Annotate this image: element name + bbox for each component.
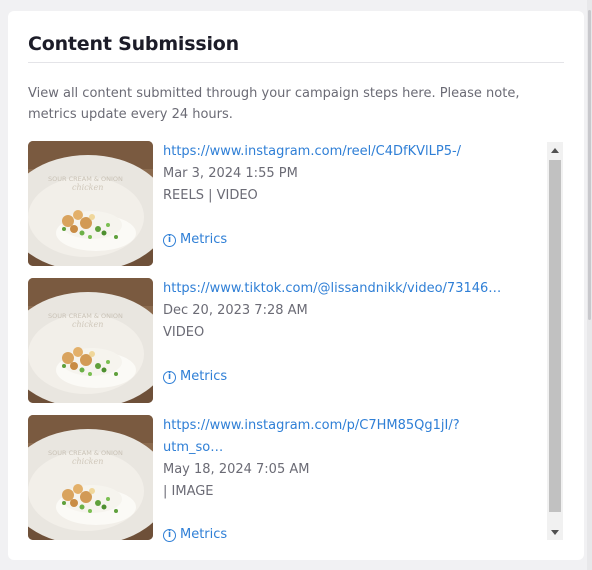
submission-url-link[interactable]: https://www.instagram.com/p/C7HM85Qg1jI/… — [163, 415, 503, 459]
info-circle-icon: i — [163, 528, 176, 542]
submission-date: Dec 20, 2023 7:28 AM — [163, 303, 308, 318]
submission-thumbnail[interactable]: SOUR CREAM & ONION chicken — [28, 141, 153, 266]
page-scrollbar-thumb[interactable] — [588, 10, 591, 320]
scrollbar-thumb[interactable] — [549, 160, 561, 512]
submission-url-link[interactable]: https://www.instagram.com/reel/C4DfKVlLP… — [163, 141, 533, 163]
info-circle-icon: i — [163, 370, 176, 384]
content-submission-card: Content Submission View all content subm… — [8, 11, 584, 560]
submission-type: | IMAGE — [163, 484, 214, 499]
submission-date: Mar 3, 2024 1:55 PM — [163, 166, 298, 181]
title-divider — [28, 62, 564, 63]
submission-thumbnail[interactable]: SOUR CREAM & ONION chicken — [28, 415, 153, 540]
submission-thumbnail[interactable]: SOUR CREAM & ONION chicken — [28, 278, 153, 403]
card-title: Content Submission — [28, 33, 239, 55]
thumbnail-caption: chicken — [72, 457, 103, 466]
metrics-button[interactable]: i Metrics — [163, 525, 227, 545]
thumbnail-caption: chicken — [72, 183, 103, 192]
metrics-button[interactable]: i Metrics — [163, 367, 227, 387]
submission-item: SOUR CREAM & ONION chicken — [28, 415, 544, 542]
list-scrollbar[interactable] — [547, 142, 563, 540]
thumbnail-caption: chicken — [72, 320, 103, 329]
triangle-up-icon — [551, 147, 559, 153]
submission-type: REELS | VIDEO — [163, 188, 258, 203]
metrics-button[interactable]: i Metrics — [163, 230, 227, 250]
submission-item: SOUR CREAM & ONION chicken — [28, 278, 544, 404]
metrics-label: Metrics — [180, 232, 228, 247]
info-circle-icon: i — [163, 233, 176, 247]
submission-type: VIDEO — [163, 325, 205, 340]
thumbnail-caption: SOUR CREAM & ONION — [48, 449, 123, 457]
scroll-up-button[interactable] — [547, 142, 563, 158]
submission-url-link[interactable]: https://www.tiktok.com/@lissandnikk/vide… — [163, 278, 533, 300]
scroll-down-button[interactable] — [547, 524, 563, 540]
metrics-label: Metrics — [180, 527, 228, 542]
thumbnail-caption: SOUR CREAM & ONION — [48, 175, 123, 183]
metrics-label: Metrics — [180, 369, 228, 384]
submission-item: SOUR CREAM & ONION chicken — [28, 141, 544, 267]
submission-date: May 18, 2024 7:05 AM — [163, 462, 310, 477]
thumbnail-caption: SOUR CREAM & ONION — [48, 312, 123, 320]
card-description: View all content submitted through your … — [28, 86, 520, 122]
triangle-down-icon — [551, 529, 559, 535]
